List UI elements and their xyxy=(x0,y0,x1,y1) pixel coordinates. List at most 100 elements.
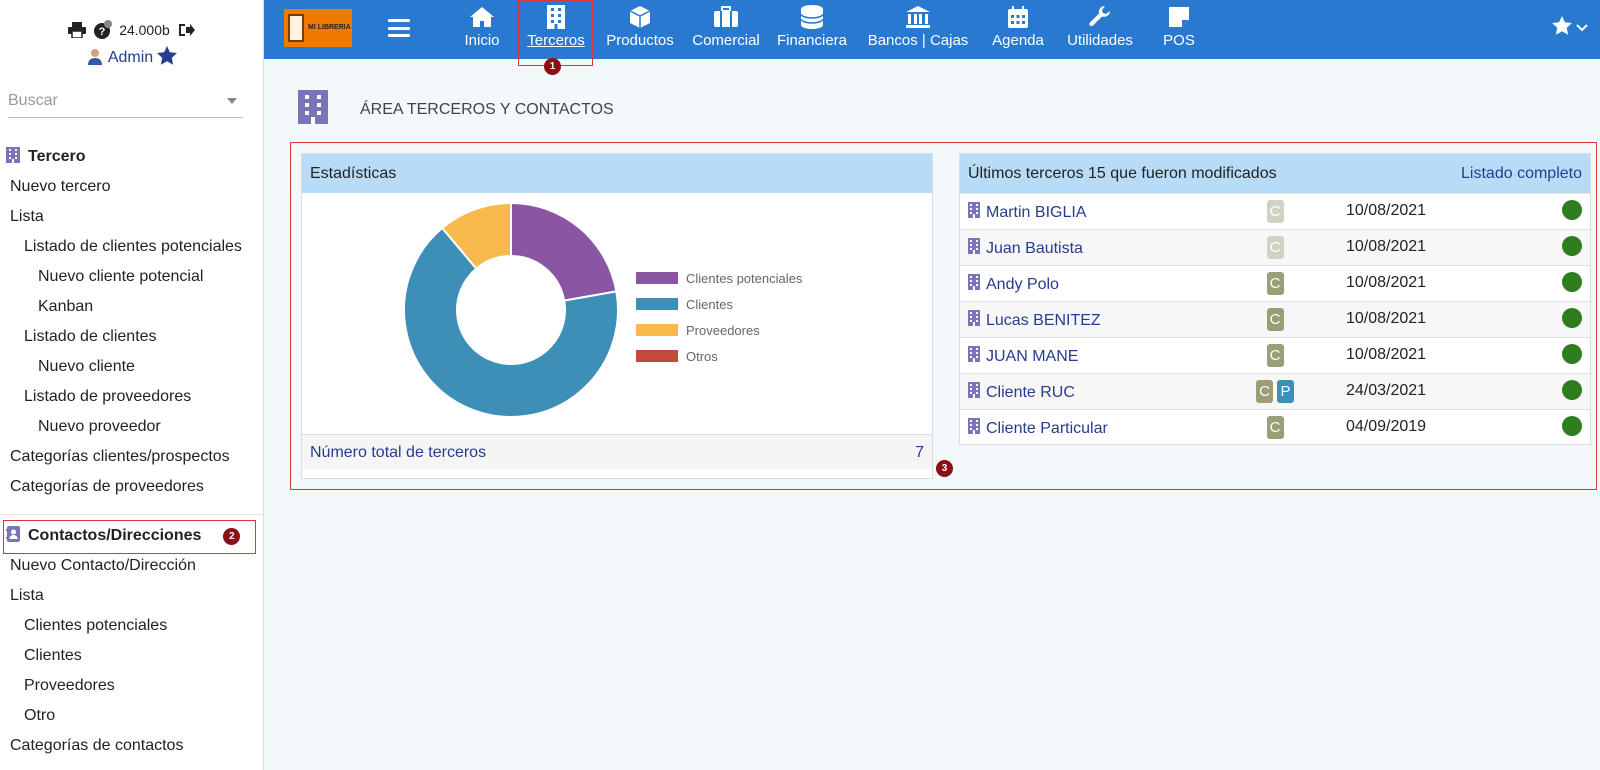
wrench-icon xyxy=(1062,4,1138,30)
search-select[interactable]: Buscar xyxy=(8,88,243,118)
page-title: ÁREA TERCEROS Y CONTACTOS xyxy=(298,90,614,129)
tercero-name-link[interactable]: Juan Bautista xyxy=(968,238,1083,259)
type-tags: C xyxy=(1250,344,1300,367)
status-active-icon xyxy=(1562,380,1582,400)
sidebar-item-contactos-clientes[interactable]: Clientes xyxy=(0,641,263,671)
panel-header: Estadísticas xyxy=(302,154,932,193)
legend-item[interactable]: Clientes potenciales xyxy=(636,265,802,291)
nav-label: Comercial xyxy=(692,32,760,49)
tercero-name: Juan Bautista xyxy=(986,239,1083,257)
legend-item[interactable]: Proveedores xyxy=(636,317,802,343)
tercero-name-link[interactable]: JUAN MANE xyxy=(968,346,1078,367)
chart-legend: Clientes potenciales Clientes Proveedores O… xyxy=(636,265,802,369)
client-tag: C xyxy=(1266,272,1284,295)
sidebar-item-contactos-otro[interactable]: Otro xyxy=(0,701,263,731)
type-tags: C xyxy=(1250,272,1300,295)
donut-slice-clientes-potenciales[interactable] xyxy=(510,201,618,302)
sidebar-item-nuevo-proveedor[interactable]: Nuevo proveedor xyxy=(0,412,263,442)
tercero-name-link[interactable]: Andy Polo xyxy=(968,274,1059,295)
legend-item[interactable]: Otros xyxy=(636,343,802,369)
sidebar-item-nuevo-contacto[interactable]: Nuevo Contacto/Dirección xyxy=(0,551,263,581)
star-icon[interactable] xyxy=(157,46,178,70)
table-row: Juan Bautista C 10/08/2021 xyxy=(960,229,1590,265)
status-active-icon xyxy=(1562,416,1582,436)
sidebar-item-lista-contactos[interactable]: Lista xyxy=(0,581,263,611)
provider-tag: P xyxy=(1277,380,1294,403)
tercero-name-link[interactable]: Cliente RUC xyxy=(968,382,1075,403)
favorites-menu[interactable] xyxy=(1552,16,1588,40)
coins-icon xyxy=(772,4,852,30)
sidebar-item-lista[interactable]: Lista xyxy=(0,202,263,232)
client-tag: C xyxy=(1266,200,1284,223)
app-logo[interactable]: MI LIBRERIA xyxy=(284,9,352,47)
legend-item[interactable]: Clientes xyxy=(636,291,802,317)
building-icon xyxy=(968,238,980,259)
calendar-icon xyxy=(986,4,1050,30)
sidebar-item-categorias-proveedores[interactable]: Categorías de proveedores xyxy=(0,472,263,502)
nav-financiera[interactable]: Financiera xyxy=(772,4,852,49)
tercero-name-link[interactable]: Lucas BENITEZ xyxy=(968,310,1101,331)
nav-utilidades[interactable]: Utilidades xyxy=(1062,4,1138,49)
sidebar-item-contactos-proveedores[interactable]: Proveedores xyxy=(0,671,263,701)
briefcase-icon xyxy=(684,4,768,30)
sidebar-item-listado-clientes[interactable]: Listado de clientes xyxy=(0,322,263,352)
user-name[interactable]: Admin xyxy=(108,49,153,67)
nav-label: POS xyxy=(1163,32,1195,49)
type-tags: CP xyxy=(1250,380,1300,403)
chevron-down-icon xyxy=(1576,19,1588,37)
nav-agenda[interactable]: Agenda xyxy=(986,4,1050,49)
type-tags: C xyxy=(1250,236,1300,259)
nav-label: Bancos | Cajas xyxy=(867,32,969,49)
help-icon[interactable]: ? xyxy=(93,20,113,40)
nav-bancos[interactable]: Bancos | Cajas xyxy=(864,4,972,49)
top-navbar: MI LIBRERIA Inicio Terceros Productos Co… xyxy=(264,0,1600,59)
full-list-link[interactable]: Listado completo xyxy=(1461,165,1582,183)
logo-text: MI LIBRERIA xyxy=(308,24,351,31)
building-icon xyxy=(968,274,980,295)
hamburger-menu-icon[interactable] xyxy=(388,19,410,37)
sidebar-menu-contactos: Contactos/Direcciones 2 Nuevo Contacto/D… xyxy=(0,521,263,761)
table-row: Martin BIGLIA C 10/08/2021 xyxy=(960,193,1590,229)
step-badge: 1 xyxy=(544,58,561,75)
sidebar-item-contactos-potenciales[interactable]: Clientes potenciales xyxy=(0,611,263,641)
search-placeholder: Buscar xyxy=(8,91,58,109)
sidebar-item-categorias-clientes[interactable]: Categorías clientes/prospectos xyxy=(0,442,263,472)
nav-label: Utilidades xyxy=(1067,32,1133,49)
tercero-name-link[interactable]: Martin BIGLIA xyxy=(968,202,1086,223)
legend-label: Otros xyxy=(686,348,718,364)
legend-swatch xyxy=(636,298,678,310)
sidebar-item-kanban[interactable]: Kanban xyxy=(0,292,263,322)
tercero-name-link[interactable]: Cliente Particular xyxy=(968,418,1108,439)
table-row: Cliente Particular C 04/09/2019 xyxy=(960,409,1590,445)
modified-date: 10/08/2021 xyxy=(1346,238,1427,255)
nav-comercial[interactable]: Comercial xyxy=(684,4,768,49)
logout-icon[interactable] xyxy=(176,20,196,40)
sidebar-section-tercero[interactable]: Tercero xyxy=(0,142,263,172)
sidebar-item-nuevo-cliente[interactable]: Nuevo cliente xyxy=(0,352,263,382)
modified-date: 10/08/2021 xyxy=(1346,274,1427,291)
nav-label: Financiera xyxy=(776,32,848,49)
building-icon xyxy=(6,146,20,168)
legend-label: Proveedores xyxy=(686,322,760,338)
tercero-name: Cliente RUC xyxy=(986,383,1075,401)
highlight-frame xyxy=(3,520,256,554)
sidebar-divider xyxy=(0,514,263,515)
nav-inicio[interactable]: Inicio xyxy=(447,4,517,49)
print-icon[interactable] xyxy=(67,20,87,40)
type-tags: C xyxy=(1250,416,1300,439)
sidebar-item-listado-proveedores[interactable]: Listado de proveedores xyxy=(0,382,263,412)
tercero-name: Andy Polo xyxy=(986,275,1059,293)
building-icon xyxy=(968,382,980,403)
nav-pos[interactable]: POS xyxy=(1150,4,1208,49)
panel-title: Últimos terceros 15 que fueron modificad… xyxy=(968,164,1277,182)
avatar[interactable] xyxy=(86,47,104,70)
nav-productos[interactable]: Productos xyxy=(602,4,678,49)
sidebar-item-nuevo-cliente-potencial[interactable]: Nuevo cliente potencial xyxy=(0,262,263,292)
type-tags: C xyxy=(1250,200,1300,223)
sidebar-item-nuevo-tercero[interactable]: Nuevo tercero xyxy=(0,172,263,202)
sidebar-item-categorias-contactos[interactable]: Categorías de contactos xyxy=(0,731,263,761)
total-terceros-row[interactable]: Número total de terceros 7 xyxy=(302,434,932,470)
tercero-name: Martin BIGLIA xyxy=(986,203,1087,221)
sidebar-item-listado-clientes-potenciales[interactable]: Listado de clientes potenciales xyxy=(0,232,263,262)
nav-label: Agenda xyxy=(992,32,1044,49)
